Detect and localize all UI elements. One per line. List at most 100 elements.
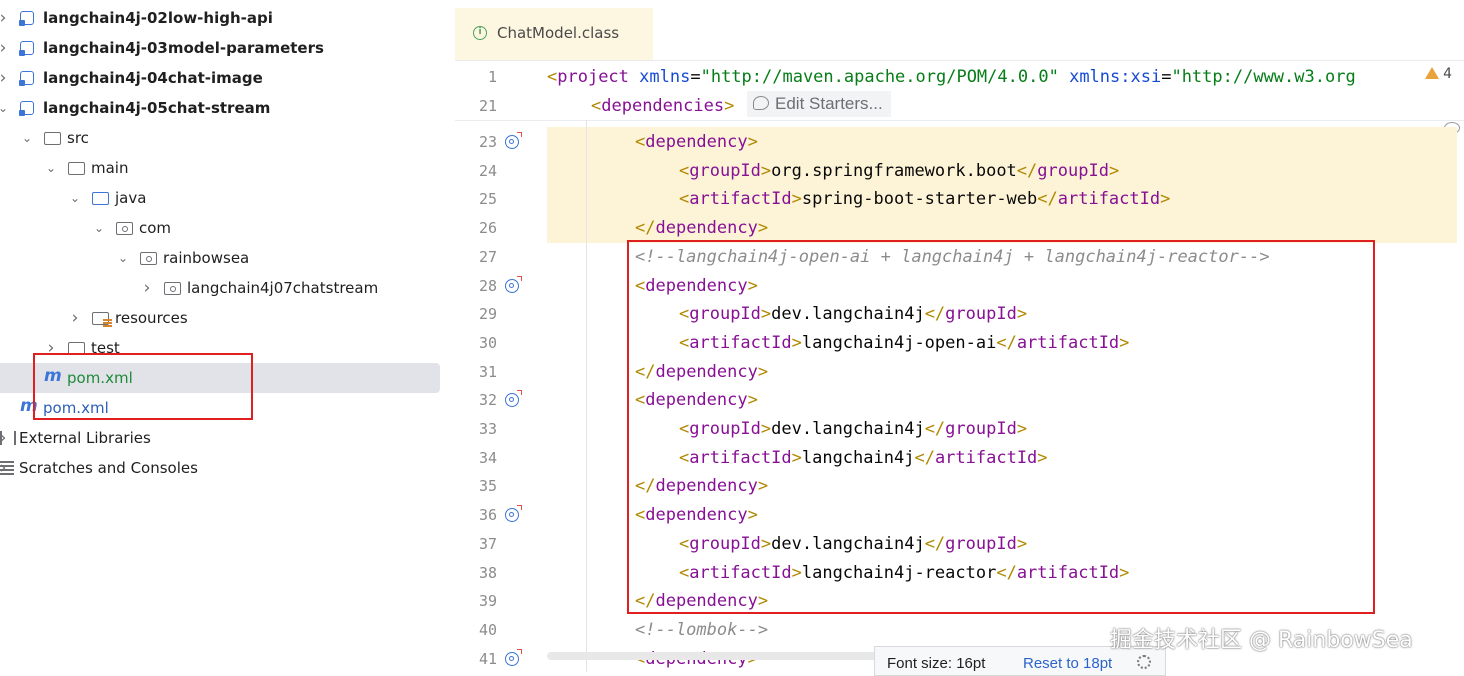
chevron-down-icon[interactable]: ⌄ (116, 243, 130, 273)
navigate-module-icon[interactable] (505, 390, 522, 408)
tree-item[interactable]: ⌄ src (0, 123, 455, 153)
source-folder-icon (92, 192, 109, 205)
code-line: </dependency> (635, 218, 769, 239)
navigate-module-icon[interactable] (505, 648, 522, 666)
chevron-down-icon[interactable]: ⌄ (20, 123, 34, 153)
tree-item-label: resources (115, 309, 188, 327)
chevron-right-icon[interactable]: › (140, 273, 154, 303)
warning-indicator[interactable]: 4 (1424, 66, 1452, 82)
tree-item[interactable]: ⌄ com (0, 213, 455, 243)
sticky-code-line: <project xmlns="http://maven.apache.org/… (547, 67, 1356, 87)
sticky-code-line: <dependencies> (591, 96, 735, 116)
editor-tab-bar: i ChatModel.class (455, 8, 1464, 61)
tree-item-label: langchain4j-04chat-image (43, 69, 263, 87)
line-number: 21 (478, 97, 497, 115)
line-number: 23 (478, 133, 497, 151)
code-line: <groupId>org.springframework.boot</group… (679, 160, 1120, 181)
tree-item[interactable]: ⌄ rainbowsea (0, 243, 455, 273)
line-number: 1 (487, 68, 497, 86)
line-number: 32 (478, 391, 497, 410)
warning-count: 4 (1443, 66, 1452, 82)
line-number: 41 (478, 649, 497, 668)
tree-item-label: langchain4j-03model-parameters (43, 39, 324, 57)
tree-item[interactable]: ⌄ main (0, 153, 455, 183)
module-icon (19, 71, 34, 86)
chevron-right-icon[interactable]: › (68, 303, 82, 333)
navigate-module-icon[interactable] (505, 275, 522, 293)
reset-font-link[interactable]: Reset to 18pt (1023, 655, 1112, 672)
annotation-box-pom (33, 353, 253, 420)
package-icon (164, 282, 181, 295)
tree-item[interactable]: › langchain4j-02low-high-api (0, 3, 455, 33)
annotation-box-dependencies (627, 240, 1375, 614)
package-icon (140, 252, 157, 265)
navigate-module-icon[interactable] (505, 132, 522, 149)
line-number: 31 (478, 362, 497, 381)
tab-chatmodel-class[interactable]: i ChatModel.class (455, 8, 653, 60)
chevron-right-icon[interactable]: › (0, 63, 10, 93)
tab-label: ChatModel.class (497, 24, 620, 42)
info-icon: i (473, 26, 487, 40)
tree-item-label: Scratches and Consoles (19, 459, 198, 477)
project-tree: › langchain4j-02low-high-api › langchain4j-… (0, 0, 455, 672)
line-number: 33 (478, 420, 497, 438)
tree-item-label: External Libraries (19, 429, 151, 447)
tree-item[interactable]: › resources (0, 303, 455, 333)
tree-item[interactable]: › langchain4j-03model-parameters (0, 33, 455, 63)
chevron-right-icon[interactable]: › (0, 33, 10, 63)
line-number: 40 (478, 620, 497, 639)
font-size-label: Font size: 16pt (887, 655, 986, 672)
line-number: 30 (478, 333, 497, 352)
edit-starters-button[interactable]: Edit Starters... (747, 91, 891, 117)
tree-item-label: langchain4j-02low-high-api (43, 9, 273, 27)
line-number: 35 (478, 477, 497, 496)
gear-icon[interactable] (1137, 655, 1151, 669)
code-line: <artifactId>spring-boot-starter-web</art… (679, 189, 1171, 210)
chevron-down-icon[interactable]: ⌄ (68, 183, 82, 213)
tree-item[interactable]: ⌄ langchain4j-05chat-stream (0, 93, 455, 123)
line-number: 26 (478, 219, 497, 238)
tree-item-label: java (115, 189, 147, 207)
line-number: 24 (478, 161, 497, 180)
chevron-right-icon[interactable]: › (0, 3, 10, 33)
module-icon (19, 41, 34, 56)
code-line: <!--lombok--> (635, 619, 769, 640)
tree-item[interactable]: › langchain4j-04chat-image (0, 63, 455, 93)
tree-item-label: rainbowsea (163, 249, 250, 267)
line-number: 28 (478, 276, 497, 295)
chevron-down-icon[interactable]: ⌄ (92, 213, 106, 243)
module-icon (19, 101, 34, 116)
navigate-module-icon[interactable] (505, 505, 522, 523)
spring-leaf-icon (753, 96, 769, 110)
tree-item-label: main (91, 159, 129, 177)
tree-item-label: langchain4j07chatstream (187, 279, 379, 297)
line-number: 34 (478, 448, 497, 467)
folder-icon (44, 132, 61, 145)
line-number: 25 (478, 190, 497, 209)
tree-item[interactable]: ›Scratches and Consoles (0, 453, 455, 483)
resources-folder-icon (92, 312, 112, 327)
warning-icon (1424, 67, 1439, 79)
tree-item-label: langchain4j-05chat-stream (43, 99, 271, 117)
line-number: 37 (478, 534, 497, 553)
line-number: 27 (478, 247, 497, 266)
scratches-icon (0, 461, 14, 475)
folder-icon (68, 162, 85, 175)
line-number: 29 (478, 305, 497, 324)
edit-starters-label: Edit Starters... (775, 94, 883, 113)
line-number: 36 (478, 506, 497, 525)
package-icon (116, 222, 133, 235)
tree-item[interactable]: › langchain4j07chatstream (0, 273, 455, 303)
tree-item-label: com (139, 219, 172, 237)
indent-guide (586, 120, 587, 672)
tree-item[interactable]: ⌄ java (0, 183, 455, 213)
tree-item[interactable]: › External Libraries (0, 423, 455, 453)
chevron-down-icon[interactable]: ⌄ (44, 153, 58, 183)
line-number: 39 (478, 592, 497, 611)
sticky-lines: 1 <project xmlns="http://maven.apache.org… (455, 62, 1464, 121)
library-icon (0, 431, 16, 445)
tree-item-label: src (67, 129, 89, 147)
chevron-down-icon[interactable]: ⌄ (0, 93, 10, 123)
code-line: <dependency> (635, 132, 758, 152)
watermark: 掘金技术社区 @ RainbowSea (1110, 628, 1413, 653)
